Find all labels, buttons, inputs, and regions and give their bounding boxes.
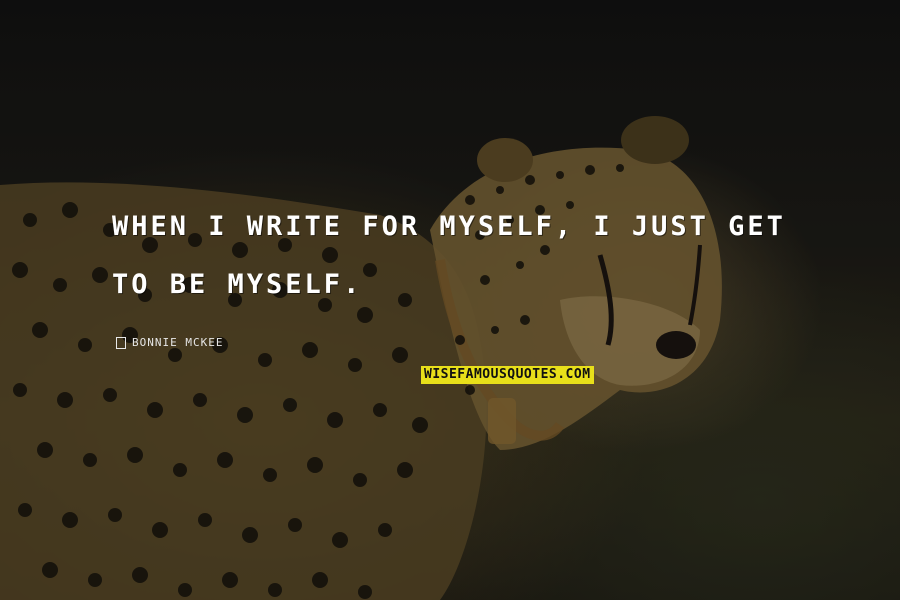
author-name: BONNIE MCKEE — [132, 336, 224, 349]
watermark: WISEFAMOUSQUOTES.COM — [421, 366, 594, 384]
quote-image: WHEN I WRITE FOR MYSELF, I JUST GET TO B… — [0, 0, 900, 600]
author-attribution: BONNIE MCKEE — [116, 336, 223, 349]
placeholder-glyph-icon — [116, 336, 126, 349]
quote-text: WHEN I WRITE FOR MYSELF, I JUST GET TO B… — [112, 211, 786, 300]
